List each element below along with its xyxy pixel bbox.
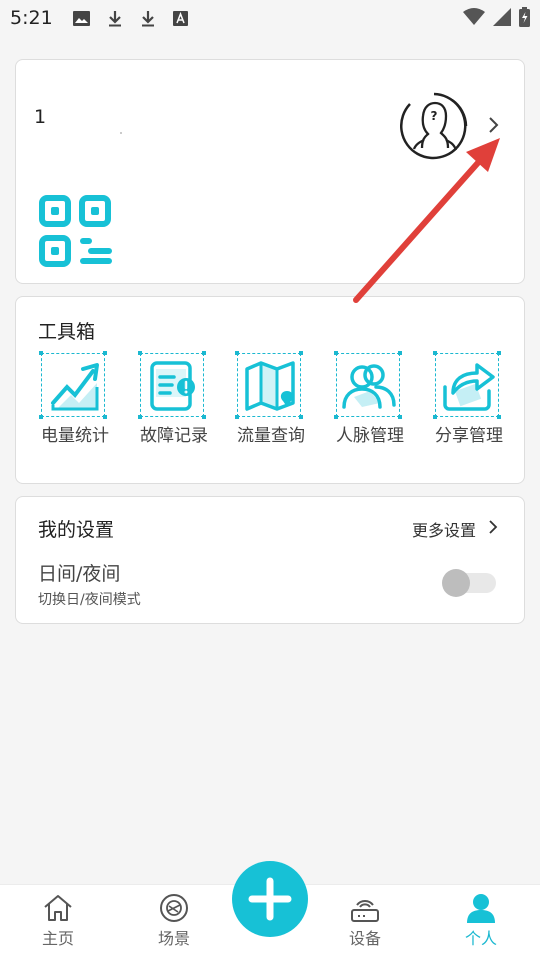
plus-icon — [248, 877, 292, 921]
tool-label: 电量统计 — [41, 426, 109, 446]
toggle-thumb — [442, 569, 470, 597]
day-night-subtitle: 切换日/夜间模式 — [38, 592, 141, 608]
day-night-toggle[interactable] — [440, 569, 498, 597]
profile-name: 1 — [34, 106, 47, 128]
tool-power-stats[interactable]: 电量统计 — [39, 351, 113, 450]
download-icon — [106, 9, 124, 27]
avatar-placeholder-icon[interactable]: ? — [400, 92, 468, 160]
screen: 5:21 1 ? 工具箱 电量统计 故障记录 流量查询 人脉管理 分享管理 我的… — [0, 0, 540, 960]
settings-card: 我的设置 更多设置 日间/夜间 切换日/夜间模式 — [15, 496, 525, 624]
device-icon — [351, 900, 379, 922]
tool-fault-record[interactable]: 故障记录 — [138, 351, 212, 450]
download-icon — [139, 9, 157, 27]
share-icon — [433, 351, 501, 419]
chevron-right-icon[interactable] — [486, 112, 502, 138]
nav-item-device[interactable]: 设备 — [325, 893, 405, 949]
image-icon — [73, 9, 91, 27]
profile-subtitle-mark — [120, 132, 122, 134]
power-stats-icon — [39, 351, 107, 419]
nav-label: 场景 — [157, 929, 190, 948]
tool-label: 人脉管理 — [336, 426, 404, 446]
tool-share[interactable]: 分享管理 — [433, 351, 507, 450]
more-settings-label: 更多设置 — [411, 521, 476, 540]
add-device-button[interactable] — [232, 861, 308, 937]
battery-icon — [519, 7, 530, 31]
profile-card[interactable]: 1 ? — [15, 59, 525, 284]
traffic-query-icon — [235, 351, 303, 419]
nav-item-home[interactable]: 主页 — [18, 893, 98, 949]
nav-label: 主页 — [41, 929, 74, 948]
nav-label: 个人 — [464, 929, 497, 948]
more-settings-link[interactable]: 更多设置 — [412, 517, 498, 541]
tool-label: 流量查询 — [237, 426, 305, 446]
fault-record-icon — [138, 351, 206, 419]
status-right-group — [463, 7, 530, 31]
tool-label: 故障记录 — [140, 426, 208, 446]
tool-traffic-query[interactable]: 流量查询 — [235, 351, 309, 450]
nav-label: 设备 — [348, 929, 381, 948]
wifi-icon — [463, 8, 485, 30]
nav-item-scene[interactable]: 场景 — [134, 893, 214, 949]
nav-item-person[interactable]: 个人 — [441, 893, 521, 949]
status-time: 5:21 — [10, 7, 53, 29]
tool-label: 分享管理 — [435, 426, 503, 446]
settings-title: 我的设置 — [38, 519, 115, 541]
font-icon — [172, 9, 190, 27]
person-icon — [467, 894, 495, 923]
svg-text:?: ? — [431, 109, 438, 123]
qr-code-icon[interactable] — [38, 194, 114, 270]
status-bar: 5:21 — [0, 0, 540, 36]
scene-icon — [160, 894, 188, 922]
tools-card: 工具箱 电量统计 故障记录 流量查询 人脉管理 分享管理 — [15, 296, 525, 484]
signal-icon — [493, 8, 511, 30]
contacts-icon — [334, 351, 402, 419]
chevron-right-icon — [488, 519, 498, 539]
tool-contacts[interactable]: 人脉管理 — [334, 351, 408, 450]
tools-title: 工具箱 — [38, 321, 96, 343]
day-night-label: 日间/夜间 — [38, 563, 121, 585]
home-icon — [44, 895, 72, 921]
